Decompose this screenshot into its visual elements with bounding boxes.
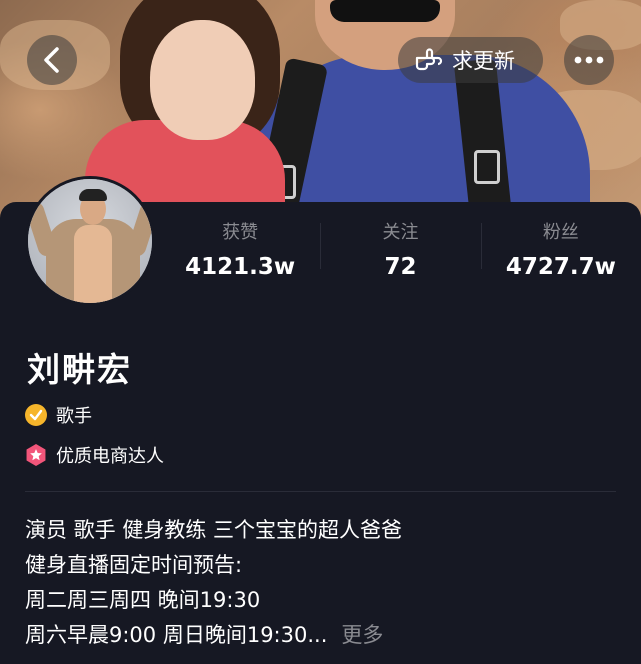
star-badge-icon <box>26 444 46 466</box>
avatar[interactable] <box>25 176 155 306</box>
merchant-badge-label: 优质电商达人 <box>56 446 164 467</box>
stat-value: 4727.7w <box>505 254 616 280</box>
verified-check-icon <box>25 404 47 426</box>
stat-value: 72 <box>384 254 417 280</box>
strap-buckle <box>474 150 500 184</box>
bio-line-last: 周六早晨9:00 周日晚间19:30... 更多 <box>25 618 625 653</box>
divider <box>25 491 616 492</box>
request-update-label: 求更新 <box>452 49 515 73</box>
back-button[interactable] <box>27 35 77 85</box>
profile-bio: 演员 歌手 健身教练 三个宝宝的超人爸爸 健身直播固定时间预告: 周二周三周四 … <box>25 513 625 653</box>
bio-line: 演员 歌手 健身教练 三个宝宝的超人爸爸 <box>25 518 403 542</box>
request-update-button[interactable]: 求更新 <box>398 37 543 83</box>
chevron-left-icon <box>44 47 59 73</box>
stat-following[interactable]: 关注 72 <box>320 215 480 285</box>
stat-likes[interactable]: 获赞 4121.3w <box>160 215 320 285</box>
stat-label: 获赞 <box>222 222 259 243</box>
bio-line: 周二周三周四 晚间19:30 <box>25 588 261 612</box>
bio-more-link[interactable]: 更多 <box>341 623 383 647</box>
verification-label: 歌手 <box>56 406 92 427</box>
merchant-badge[interactable]: 优质电商达人 <box>25 442 164 468</box>
bio-line-text: 周六早晨9:00 周日晚间19:30... <box>25 623 328 647</box>
stat-value: 4121.3w <box>185 254 296 280</box>
profile-name: 刘畊宏 <box>27 350 132 389</box>
profile-stats: 获赞 4121.3w 关注 72 粉丝 4727.7w <box>160 215 641 285</box>
verification-tag: 歌手 <box>25 402 92 428</box>
stat-label: 粉丝 <box>542 222 579 243</box>
hand-pointing-icon <box>415 48 443 71</box>
stat-label: 关注 <box>382 222 419 243</box>
ellipsis-icon <box>574 56 604 64</box>
bio-line: 健身直播固定时间预告: <box>25 553 243 577</box>
stat-followers[interactable]: 粉丝 4727.7w <box>480 215 641 285</box>
cover-child-face <box>150 20 255 140</box>
more-options-button[interactable] <box>564 35 614 85</box>
cover-sunglasses <box>330 0 440 22</box>
